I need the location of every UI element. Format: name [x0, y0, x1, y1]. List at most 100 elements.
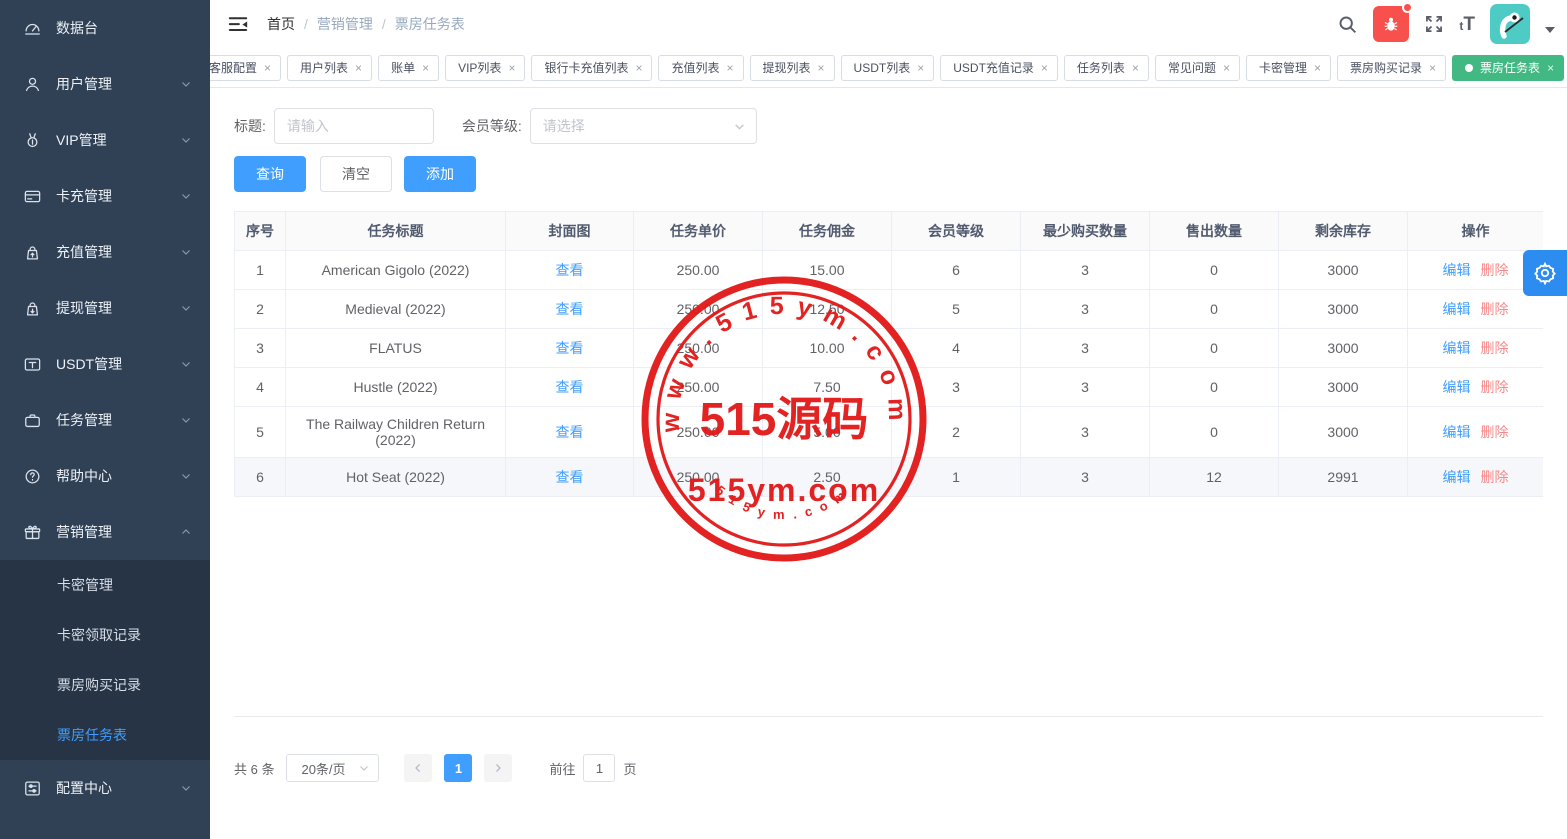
clear-button[interactable]: 清空 [320, 156, 392, 192]
bug-report-button[interactable] [1373, 6, 1409, 42]
tab-close-icon[interactable]: × [1547, 62, 1554, 74]
tab-close-icon[interactable]: × [727, 62, 734, 74]
search-button[interactable]: 查询 [234, 156, 306, 192]
delete-link[interactable]: 删除 [1481, 379, 1509, 395]
sidebar-item-users[interactable]: 用户管理 [0, 56, 210, 112]
edit-link[interactable]: 编辑 [1443, 262, 1471, 278]
tab-close-icon[interactable]: × [1429, 62, 1436, 74]
edit-link[interactable]: 编辑 [1443, 379, 1471, 395]
tab-close-icon[interactable]: × [635, 62, 642, 74]
tab-service-config[interactable]: 客服配置 × [210, 55, 281, 81]
avatar[interactable] [1490, 4, 1530, 44]
tab-close-icon[interactable]: × [1132, 62, 1139, 74]
sidebar-item-usdt[interactable]: USDT管理 [0, 336, 210, 392]
sidebar-item-config[interactable]: 配置中心 [0, 760, 210, 816]
edit-link[interactable]: 编辑 [1443, 424, 1471, 440]
sidebar-item-label: 数据台 [56, 18, 98, 38]
prev-page-button[interactable] [404, 754, 432, 782]
tab-close-icon[interactable]: × [818, 62, 825, 74]
tab-usdt-recharge-records[interactable]: USDT充值记录 × [940, 55, 1058, 81]
view-cover-link[interactable]: 查看 [556, 424, 584, 440]
sidebar-item-tasks[interactable]: 任务管理 [0, 392, 210, 448]
cell-cover: 查看 [506, 251, 634, 290]
table-row: 2Medieval (2022)查看250.0012.505303000编辑删除 [235, 290, 1544, 329]
tab-vip-list[interactable]: VIP列表 × [445, 55, 525, 81]
search-icon[interactable] [1337, 14, 1358, 35]
fullscreen-icon[interactable] [1424, 14, 1444, 34]
view-cover-link[interactable]: 查看 [556, 262, 584, 278]
sidebar-item-recharge[interactable]: 充值管理 [0, 224, 210, 280]
delete-link[interactable]: 删除 [1481, 424, 1509, 440]
tab-boxoffice-task-table[interactable]: 票房任务表 × [1452, 55, 1564, 81]
tab-task-list[interactable]: 任务列表 × [1064, 55, 1149, 81]
caret-down-icon[interactable] [1545, 27, 1555, 33]
delete-link[interactable]: 删除 [1481, 340, 1509, 356]
tab-close-icon[interactable]: × [1223, 62, 1230, 74]
view-cover-link[interactable]: 查看 [556, 379, 584, 395]
view-cover-link[interactable]: 查看 [556, 469, 584, 485]
collapse-menu-icon[interactable] [227, 13, 249, 35]
tab-boxoffice-purchase-records[interactable]: 票房购买记录 × [1337, 55, 1446, 81]
tab-withdraw-list[interactable]: 提现列表 × [750, 55, 835, 81]
chevron-down-icon [180, 470, 192, 482]
edit-link[interactable]: 编辑 [1443, 340, 1471, 356]
tab-recharge-list[interactable]: 充值列表 × [658, 55, 743, 81]
tab-bills[interactable]: 账单 × [378, 55, 439, 81]
next-page-button[interactable] [484, 754, 512, 782]
cell-stock: 3000 [1279, 329, 1408, 368]
cell-level: 5 [892, 290, 1021, 329]
tab-label: USDT充值记录 [953, 59, 1034, 76]
view-cover-link[interactable]: 查看 [556, 340, 584, 356]
cell-index: 3 [235, 329, 286, 368]
sidebar-subitem-boxoffice-purchases[interactable]: 票房购买记录 [0, 660, 210, 710]
sidebar-item-withdraw[interactable]: 提现管理 [0, 280, 210, 336]
tab-close-icon[interactable]: × [422, 62, 429, 74]
sidebar-item-dashboard[interactable]: 数据台 [0, 0, 210, 56]
chevron-down-icon [180, 302, 192, 314]
delete-link[interactable]: 删除 [1481, 262, 1509, 278]
tab-usdt-list[interactable]: USDT列表 × [841, 55, 935, 81]
page-size-select[interactable]: 20条/页 [286, 754, 379, 782]
goto-page-input[interactable] [583, 754, 615, 782]
tab-label: 票房任务表 [1480, 59, 1540, 76]
cell-sold: 0 [1150, 290, 1279, 329]
sidebar-item-help[interactable]: 帮助中心 [0, 448, 210, 504]
sidebar-subitem-card-keys[interactable]: 卡密管理 [0, 560, 210, 610]
sidebar-item-vip[interactable]: VIP管理 [0, 112, 210, 168]
cell-price: 250.00 [634, 458, 763, 497]
title-filter-input[interactable] [274, 108, 434, 144]
page-number-button[interactable]: 1 [444, 754, 472, 782]
bag-down-icon [22, 298, 42, 318]
sidebar-item-marketing[interactable]: 营销管理 [0, 504, 210, 560]
breadcrumb-item[interactable]: 营销管理 [317, 14, 373, 34]
sidebar-subitem-boxoffice-tasks[interactable]: 票房任务表 [0, 710, 210, 760]
chevron-up-icon [180, 526, 192, 538]
sidebar-subitem-card-key-records[interactable]: 卡密领取记录 [0, 610, 210, 660]
sidebar-item-card-recharge[interactable]: 卡充管理 [0, 168, 210, 224]
tab-close-icon[interactable]: × [917, 62, 924, 74]
breadcrumb-home[interactable]: 首页 [267, 14, 295, 34]
tab-close-icon[interactable]: × [1041, 62, 1048, 74]
edit-link[interactable]: 编辑 [1443, 469, 1471, 485]
tab-faq[interactable]: 常见问题 × [1155, 55, 1240, 81]
sidebar-item-label: 帮助中心 [56, 466, 112, 486]
tab-close-icon[interactable]: × [1314, 62, 1321, 74]
edit-link[interactable]: 编辑 [1443, 301, 1471, 317]
tab-user-list[interactable]: 用户列表 × [287, 55, 372, 81]
level-filter-select[interactable]: 请选择 [530, 108, 757, 144]
cell-price: 250.00 [634, 368, 763, 407]
delete-link[interactable]: 删除 [1481, 301, 1509, 317]
tab-label: 充值列表 [671, 59, 719, 76]
tab-close-icon[interactable]: × [508, 62, 515, 74]
font-size-icon[interactable]: tT [1459, 15, 1475, 34]
tab-bank-recharge-list[interactable]: 银行卡充值列表 × [531, 55, 652, 81]
tab-card-key-mgmt[interactable]: 卡密管理 × [1246, 55, 1331, 81]
tab-close-icon[interactable]: × [355, 62, 362, 74]
cell-min-buy: 3 [1021, 458, 1150, 497]
add-button[interactable]: 添加 [404, 156, 476, 192]
settings-panel-button[interactable] [1523, 250, 1567, 296]
view-cover-link[interactable]: 查看 [556, 301, 584, 317]
column-header: 任务佣金 [763, 212, 892, 251]
tab-close-icon[interactable]: × [264, 62, 271, 74]
delete-link[interactable]: 删除 [1481, 469, 1509, 485]
